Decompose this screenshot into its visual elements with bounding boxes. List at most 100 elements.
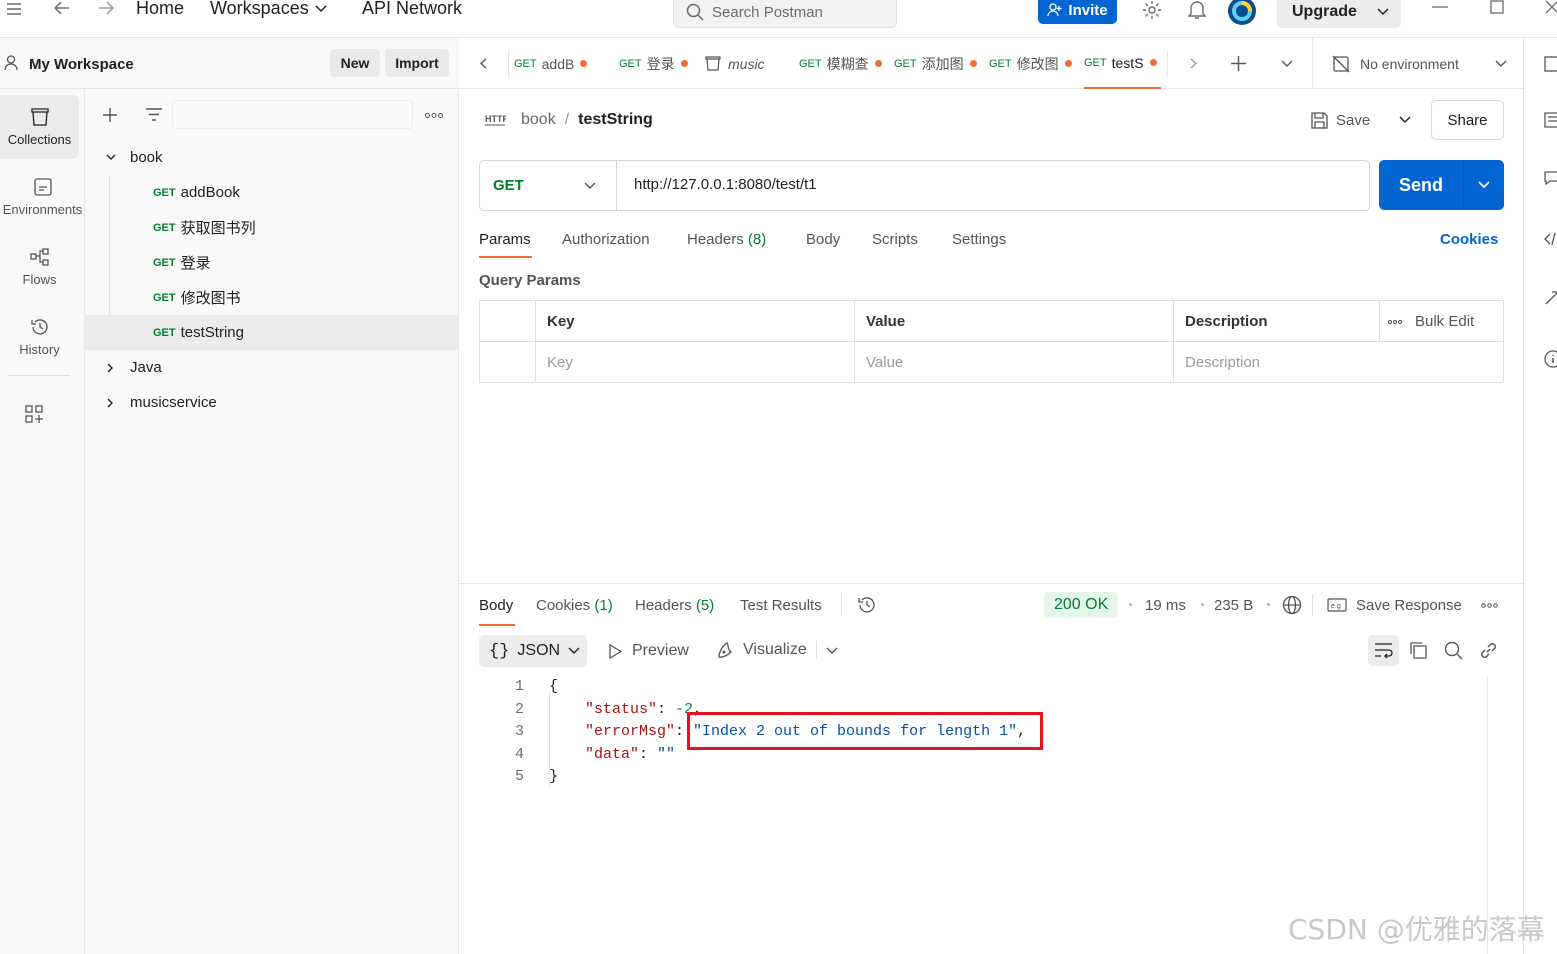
menu-icon[interactable] <box>6 2 22 16</box>
tree-item-get-books[interactable]: GET 获取图书列 <box>85 210 459 245</box>
key-input[interactable]: Key <box>536 342 855 382</box>
tree-item-login[interactable]: GET 登录 <box>85 245 459 280</box>
tab-fuzzy-search[interactable]: GET 模糊查 <box>799 38 882 89</box>
new-tab-plus-icon[interactable] <box>1230 55 1247 72</box>
cookies-link[interactable]: Cookies <box>1440 231 1498 248</box>
search-input[interactable]: Search Postman <box>673 0 897 28</box>
error-highlight-box <box>687 712 1043 750</box>
tab-login[interactable]: GET 登录 <box>619 38 688 89</box>
nav-api-network[interactable]: API Network <box>362 0 462 19</box>
save-icon <box>1311 111 1328 129</box>
tab-scripts[interactable]: Scripts <box>872 231 918 248</box>
copy-icon[interactable] <box>1409 641 1428 660</box>
tabs-scroll-right-icon[interactable] <box>1190 58 1197 69</box>
tab-headers[interactable]: Headers (8) <box>687 231 766 248</box>
wrap-lines-button[interactable] <box>1368 635 1399 666</box>
close-window-icon[interactable] <box>1545 0 1557 14</box>
example-icon: e.g <box>1327 598 1347 612</box>
code-icon[interactable] <box>1544 232 1557 246</box>
tree-folder-book[interactable]: book <box>85 140 459 175</box>
tab-body[interactable]: Body <box>806 231 840 248</box>
tab-add-book[interactable]: GET 添加图 <box>894 38 977 89</box>
more-options-icon[interactable] <box>1481 603 1498 608</box>
save-options-dropdown[interactable] <box>1391 101 1419 139</box>
minimize-window-icon[interactable] <box>1432 6 1448 8</box>
more-options-icon[interactable] <box>425 113 443 118</box>
tree-item-addbook[interactable]: GET addBook <box>85 175 459 210</box>
bulk-edit-button[interactable]: Bulk Edit <box>1380 301 1503 342</box>
tab-update-book[interactable]: GET 修改图 <box>989 38 1072 89</box>
method-select[interactable]: GET <box>480 161 617 210</box>
new-button[interactable]: New <box>330 49 380 77</box>
settings-gear-icon[interactable] <box>1142 0 1162 20</box>
share-button[interactable]: Share <box>1431 100 1504 140</box>
nav-workspaces[interactable]: Workspaces <box>210 0 327 19</box>
upgrade-button[interactable]: Upgrade <box>1277 0 1401 28</box>
tree-item-update-book[interactable]: GET 修改图书 <box>85 280 459 315</box>
tab-music[interactable]: music <box>705 38 765 89</box>
environment-quicklook-icon[interactable] <box>1544 56 1557 72</box>
format-select[interactable]: {} JSON <box>479 635 587 667</box>
link-icon[interactable] <box>1479 641 1498 660</box>
description-input[interactable]: Description <box>1174 342 1503 382</box>
rail-environments[interactable]: Environments <box>0 165 85 229</box>
forward-arrow-icon[interactable] <box>97 0 115 16</box>
invite-button[interactable]: Invite <box>1038 0 1117 24</box>
send-options-chevron-icon[interactable] <box>1478 181 1490 189</box>
tab-teststring[interactable]: GET testS <box>1084 38 1161 89</box>
wrap-lines-icon <box>1375 643 1393 659</box>
tree-folder-java[interactable]: Java <box>85 350 459 385</box>
documentation-icon[interactable] <box>1544 112 1557 128</box>
request-name[interactable]: testString <box>578 111 653 129</box>
add-collection-icon[interactable] <box>102 107 118 123</box>
send-button[interactable]: Send <box>1379 160 1504 210</box>
tab-authorization[interactable]: Authorization <box>562 231 650 248</box>
code-line-5: } <box>549 768 559 785</box>
chevron-right-icon <box>107 398 113 407</box>
nav-home[interactable]: Home <box>136 0 184 19</box>
response-history-icon[interactable] <box>857 595 877 615</box>
tab-addb[interactable]: GET addB <box>514 38 588 89</box>
preview-button[interactable]: Preview <box>608 642 689 660</box>
response-size[interactable]: 235 B <box>1214 597 1253 614</box>
tabs-dropdown-icon[interactable] <box>1281 60 1293 68</box>
tab-params[interactable]: Params <box>479 231 532 258</box>
tree-folder-musicservice[interactable]: musicservice <box>85 385 459 420</box>
chevron-down-icon[interactable] <box>826 647 838 655</box>
search-icon[interactable] <box>1444 641 1463 660</box>
import-button[interactable]: Import <box>385 49 449 77</box>
network-globe-icon[interactable] <box>1282 595 1302 615</box>
maximize-window-icon[interactable] <box>1490 0 1504 14</box>
breadcrumb-parent[interactable]: book <box>521 111 556 129</box>
col-value: Value <box>855 301 1174 342</box>
status-badge[interactable]: 200 OK <box>1044 592 1119 618</box>
response-time[interactable]: 19 ms <box>1145 597 1186 614</box>
response-tab-body[interactable]: Body <box>479 597 515 626</box>
save-button[interactable]: Save <box>1311 101 1370 139</box>
save-response-button[interactable]: e.g Save Response <box>1327 595 1462 615</box>
filter-input[interactable] <box>172 100 413 129</box>
chevron-down-icon <box>1399 116 1411 123</box>
info-icon[interactable] <box>1544 350 1557 368</box>
response-tab-cookies[interactable]: Cookies (1) <box>536 597 613 614</box>
avatar[interactable] <box>1227 0 1257 26</box>
back-arrow-icon[interactable] <box>53 0 71 16</box>
tab-settings[interactable]: Settings <box>952 231 1006 248</box>
tabs-scroll-left-icon[interactable] <box>480 58 487 69</box>
response-tab-headers[interactable]: Headers (5) <box>635 597 714 614</box>
visualize-button[interactable]: Visualize <box>716 640 807 660</box>
value-input[interactable]: Value <box>855 342 1174 382</box>
notification-bell-icon[interactable] <box>1188 0 1206 20</box>
rail-flows[interactable]: Flows <box>0 235 79 299</box>
rail-history[interactable]: History <box>0 305 79 369</box>
rail-collections[interactable]: Collections <box>0 95 79 159</box>
environment-selector[interactable]: No environment <box>1332 38 1507 89</box>
response-tab-test-results[interactable]: Test Results <box>740 597 822 614</box>
filter-icon[interactable] <box>145 108 163 122</box>
url-input[interactable]: http://127.0.0.1:8080/test/t1 <box>634 176 817 193</box>
related-collections-icon[interactable] <box>1544 290 1557 306</box>
add-apps-icon[interactable] <box>25 405 43 423</box>
query-params-title: Query Params <box>479 272 581 289</box>
comments-icon[interactable] <box>1544 170 1557 186</box>
tree-item-teststring[interactable]: GET testString <box>85 315 459 350</box>
